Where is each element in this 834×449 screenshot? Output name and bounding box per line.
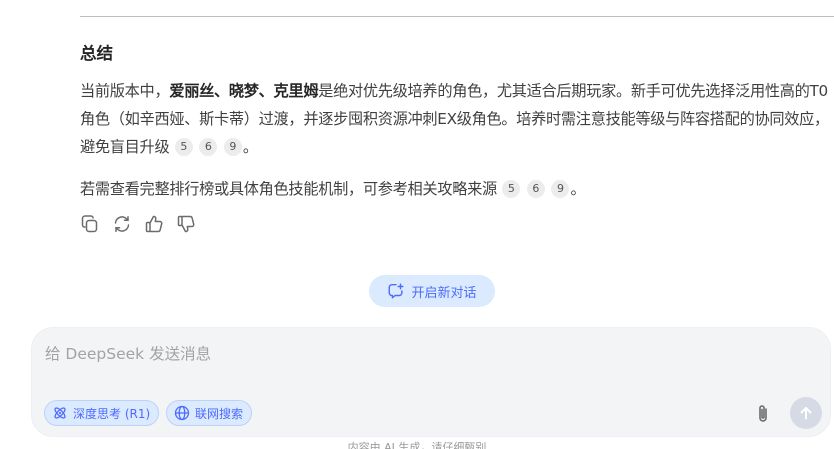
- para2-body: 若需查看完整排行榜或具体角色技能机制，可参考相关攻略来源: [80, 180, 497, 198]
- summary-heading: 总结: [80, 44, 113, 63]
- regenerate-button[interactable]: [112, 214, 132, 234]
- thumbs-down-icon: [177, 215, 195, 233]
- message-input-placeholder[interactable]: 给 DeepSeek 发送消息: [45, 342, 211, 364]
- dislike-button[interactable]: [176, 214, 196, 234]
- deep-think-toggle[interactable]: 深度思考 (R1): [44, 400, 160, 426]
- para1-bold-names: 爱丽丝、晓梦、克里姆: [169, 82, 319, 100]
- citation-badge[interactable]: 9: [551, 180, 570, 198]
- new-chat-label: 开启新对话: [411, 285, 477, 301]
- section-divider: [80, 16, 834, 17]
- arrow-up-icon: [800, 407, 812, 420]
- thumbs-up-icon: [145, 215, 163, 233]
- new-chat-icon: [389, 283, 404, 299]
- para2-suffix: 。: [570, 180, 586, 198]
- paperclip-icon: [759, 405, 767, 422]
- copy-button[interactable]: [80, 214, 100, 234]
- regenerate-icon: [114, 216, 130, 232]
- send-button[interactable]: [790, 397, 822, 429]
- chat-page: 总结 当前版本中，爱丽丝、晓梦、克里姆是绝对优先级培养的角色，尤其适合后期玩家。…: [0, 0, 834, 449]
- like-button[interactable]: [144, 214, 164, 234]
- copy-icon: [81, 215, 98, 233]
- citation-badge[interactable]: 5: [174, 138, 193, 156]
- attach-button[interactable]: [750, 400, 776, 428]
- web-search-toggle[interactable]: 联网搜索: [166, 400, 253, 426]
- globe-icon: [174, 405, 190, 421]
- citation-badge[interactable]: 6: [199, 138, 218, 156]
- para1-suffix: 。: [242, 138, 258, 156]
- para1-prefix: 当前版本中，: [80, 82, 170, 100]
- deep-think-label: 深度思考 (R1): [73, 406, 151, 421]
- reference-paragraph: 若需查看完整排行榜或具体角色技能机制，可参考相关攻略来源 5 6 9。: [80, 175, 834, 203]
- web-search-label: 联网搜索: [195, 406, 244, 421]
- ai-disclaimer: 内容由 AI 生成，请仔细甄别: [347, 441, 487, 449]
- summary-paragraph: 当前版本中，爱丽丝、晓梦、克里姆是绝对优先级培养的角色，尤其适合后期玩家。新手可…: [80, 77, 834, 161]
- citation-badge[interactable]: 6: [526, 180, 545, 198]
- atom-icon: [54, 407, 66, 419]
- citation-badge[interactable]: 5: [502, 180, 521, 198]
- message-actions: [80, 214, 196, 234]
- new-chat-button[interactable]: 开启新对话: [369, 275, 495, 307]
- message-composer[interactable]: 给 DeepSeek 发送消息 深度思考 (R1) 联网搜索: [31, 327, 831, 437]
- citation-badge[interactable]: 9: [223, 138, 242, 156]
